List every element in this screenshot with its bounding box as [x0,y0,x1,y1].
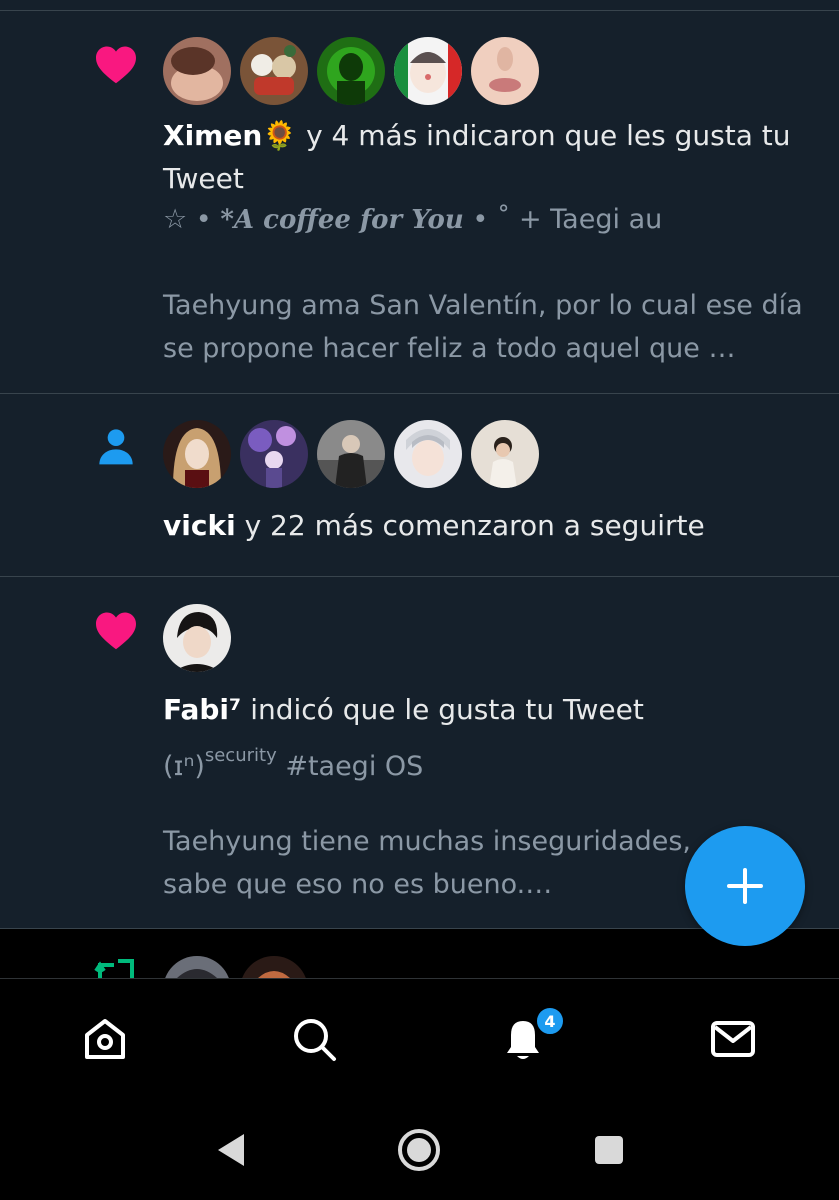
tweet-excerpt: Taehyung ama San Valentín, por lo cual e… [163,290,803,364]
tweet-title: ☆ • *A coffee for You • ˚ + Taegi au [163,198,809,242]
avatar[interactable] [394,37,462,105]
user-emoji: 🌻 [262,119,298,152]
user-name[interactable]: Fabi⁷ [163,693,241,726]
notification-follow-group[interactable]: vicki y 22 más comenzaron a seguirte [0,394,839,577]
tweet-title-italic: *A coffee for You [220,205,464,235]
avatar[interactable] [163,420,231,488]
tab-messages[interactable] [709,1015,757,1063]
avatar[interactable] [163,956,231,978]
heart-icon [93,607,139,653]
notification-action: indicó que le gusta tu Tweet [241,693,644,726]
notification-text: Fabi⁷ indicó que le gusta tu Tweet [163,688,809,731]
tweet-title-part: #taegi OS [276,751,424,782]
liker-avatars [163,37,539,105]
avatar[interactable] [240,956,308,978]
tweet-title-part: • [187,204,221,235]
avatar[interactable] [317,37,385,105]
notification-text: Ximen🌻 y 4 más indicaron que les gusta t… [163,114,809,200]
system-navigation-bar [0,1100,839,1200]
notifications-badge: 4 [535,1006,565,1036]
tweet-title: (ɪⁿ)security #taegi OS [163,734,809,788]
home-button[interactable] [395,1126,443,1174]
notifications-feed: Ximen🌻 y 4 más indicaron que les gusta t… [0,0,839,978]
tweet-excerpt: Taehyung tiene muchas inseguridades, sab… [163,826,692,900]
retweeter-avatars [163,956,308,978]
star-glyph: ☆ [163,204,188,235]
heart-icon [93,41,139,87]
user-name[interactable]: vicki [163,509,236,542]
plus-icon [727,868,763,904]
avatar[interactable] [471,420,539,488]
recents-icon [595,1136,623,1164]
notification-text: vicki y 22 más comenzaron a seguirte [163,504,809,547]
notification-like-group[interactable]: Ximen🌻 y 4 más indicaron que les gusta t… [0,11,839,394]
avatar[interactable] [394,420,462,488]
notification-action: y 22 más comenzaron a seguirte [235,509,705,542]
retweet-icon [93,955,139,978]
mail-icon [711,1021,755,1057]
user-name[interactable]: Ximen [163,119,262,152]
avatar[interactable] [163,37,231,105]
tweet-title-part: • ˚ + Taegi au [463,204,663,235]
bottom-tab-bar [0,978,839,1100]
avatar[interactable] [163,604,231,672]
tab-home[interactable] [81,1015,129,1063]
home-icon [85,1019,125,1059]
avatar[interactable] [471,37,539,105]
follower-avatars [163,420,539,488]
liker-avatars [163,604,231,672]
back-button[interactable] [206,1126,254,1174]
tweet-title-sup: security [204,745,277,766]
tweet-title-part: (ɪⁿ) [163,751,205,782]
tab-search[interactable] [290,1015,338,1063]
avatar[interactable] [240,420,308,488]
person-icon [93,423,139,469]
back-icon [218,1134,244,1166]
home-circle-icon [398,1129,440,1171]
avatar[interactable] [240,37,308,105]
search-icon [294,1019,336,1061]
avatar[interactable] [317,420,385,488]
compose-tweet-button[interactable] [685,826,805,946]
recents-button[interactable] [585,1126,633,1174]
